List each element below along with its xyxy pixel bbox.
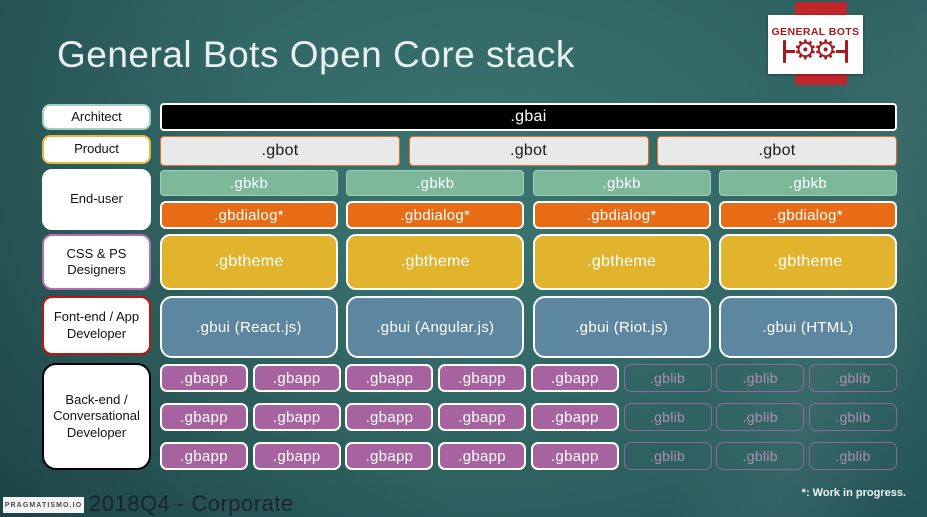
- gbtheme-box: .gbtheme: [160, 234, 338, 290]
- gbapp-box: .gbapp: [438, 442, 527, 470]
- slide: General Bots Open Core stack GENERAL BOT…: [0, 0, 927, 517]
- row-backend: .gbapp .gbapp .gbapp .gbapp .gbapp .gbli…: [160, 364, 897, 392]
- gblib-box: .gblib: [808, 364, 897, 392]
- gbdialog-box: .gbdialog*: [160, 201, 338, 229]
- gbkb-box: .gbkb: [718, 170, 897, 196]
- gbui-html-box: .gbui (HTML): [718, 296, 897, 358]
- gbapp-box: .gbapp: [530, 403, 619, 431]
- gbapp-box: .gbapp: [530, 442, 619, 470]
- gbkb-box: .gbkb: [532, 170, 711, 196]
- gears-icon: ⚙ ⚙: [783, 35, 848, 66]
- row-label-backend-conversational-developer: Back-end / Conversational Developer: [42, 363, 151, 470]
- row-gbtheme: .gbtheme .gbtheme .gbtheme .gbtheme: [160, 234, 897, 290]
- gblib-box: .gblib: [808, 403, 897, 431]
- gbapp-box: .gbapp: [345, 442, 434, 470]
- gear-bar-right-icon: [844, 39, 848, 63]
- gbapp-box: .gbapp: [345, 364, 434, 392]
- gblib-box: .gblib: [716, 364, 805, 392]
- row-label-end-user: End-user: [42, 169, 151, 230]
- gbot-box: .gbot: [657, 136, 897, 166]
- gbtheme-box: .gbtheme: [718, 234, 897, 290]
- gbai-box: .gbai: [160, 103, 897, 131]
- gbapp-box: .gbapp: [160, 364, 248, 392]
- gblib-box: .gblib: [808, 442, 897, 470]
- gbapp-box: .gbapp: [160, 403, 248, 431]
- row-backend: .gbapp .gbapp .gbapp .gbapp .gbapp .gbli…: [160, 403, 897, 431]
- gbkb-box: .gbkb: [346, 170, 525, 196]
- gbui-riot-box: .gbui (Riot.js): [532, 296, 711, 358]
- gbdialog-box: .gbdialog*: [532, 201, 711, 229]
- footer-caption: 2018Q4 - Corporate: [89, 491, 294, 516]
- gblib-box: .gblib: [716, 403, 805, 431]
- gbdialog-box: .gbdialog*: [346, 201, 525, 229]
- gbui-react-box: .gbui (React.js): [160, 296, 338, 358]
- general-bots-logo: GENERAL BOTS ⚙ ⚙: [768, 15, 863, 74]
- gbapp-box: .gbapp: [160, 442, 248, 470]
- gbtheme-box: .gbtheme: [532, 234, 711, 290]
- row-gbdialog: .gbdialog* .gbdialog* .gbdialog* .gbdial…: [160, 201, 897, 229]
- gear-icon: ⚙: [813, 35, 838, 66]
- row-label-architect: Architect: [42, 104, 151, 130]
- gbot-box: .gbot: [160, 136, 400, 166]
- gbapp-box: .gbapp: [345, 403, 434, 431]
- gbapp-box: .gbapp: [252, 442, 341, 470]
- work-in-progress-note: *: Work in progress.: [801, 487, 906, 499]
- gbtheme-box: .gbtheme: [346, 234, 525, 290]
- gbot-box: .gbot: [408, 136, 649, 166]
- row-gbot: .gbot .gbot .gbot: [160, 136, 897, 166]
- pragmatismo-badge: PRAGMATISMO.IO: [3, 497, 84, 513]
- row-gbkb: .gbkb .gbkb .gbkb .gbkb: [160, 170, 897, 196]
- gear-line-right-icon: [835, 49, 845, 53]
- gbapp-box: .gbapp: [438, 403, 527, 431]
- gbui-angular-box: .gbui (Angular.js): [346, 296, 525, 358]
- gblib-box: .gblib: [623, 403, 712, 431]
- gbapp-box: .gbapp: [530, 364, 619, 392]
- gblib-box: .gblib: [716, 442, 805, 470]
- row-backend: .gbapp .gbapp .gbapp .gbapp .gbapp .gbli…: [160, 442, 897, 470]
- gbkb-box: .gbkb: [160, 170, 338, 196]
- row-gbui: .gbui (React.js) .gbui (Angular.js) .gbu…: [160, 296, 897, 358]
- row-gbai: .gbai: [160, 103, 897, 131]
- row-label-css-ps-designers: CSS & PS Designers: [42, 234, 151, 290]
- gblib-box: .gblib: [623, 364, 712, 392]
- gblib-box: .gblib: [623, 442, 712, 470]
- row-label-product: Product: [42, 135, 151, 164]
- page-title: General Bots Open Core stack: [57, 34, 575, 75]
- gbapp-box: .gbapp: [252, 403, 341, 431]
- gbapp-box: .gbapp: [252, 364, 341, 392]
- row-label-frontend-app-developer: Font-end / App Developer: [42, 296, 151, 355]
- gbdialog-box: .gbdialog*: [718, 201, 897, 229]
- gbapp-box: .gbapp: [438, 364, 527, 392]
